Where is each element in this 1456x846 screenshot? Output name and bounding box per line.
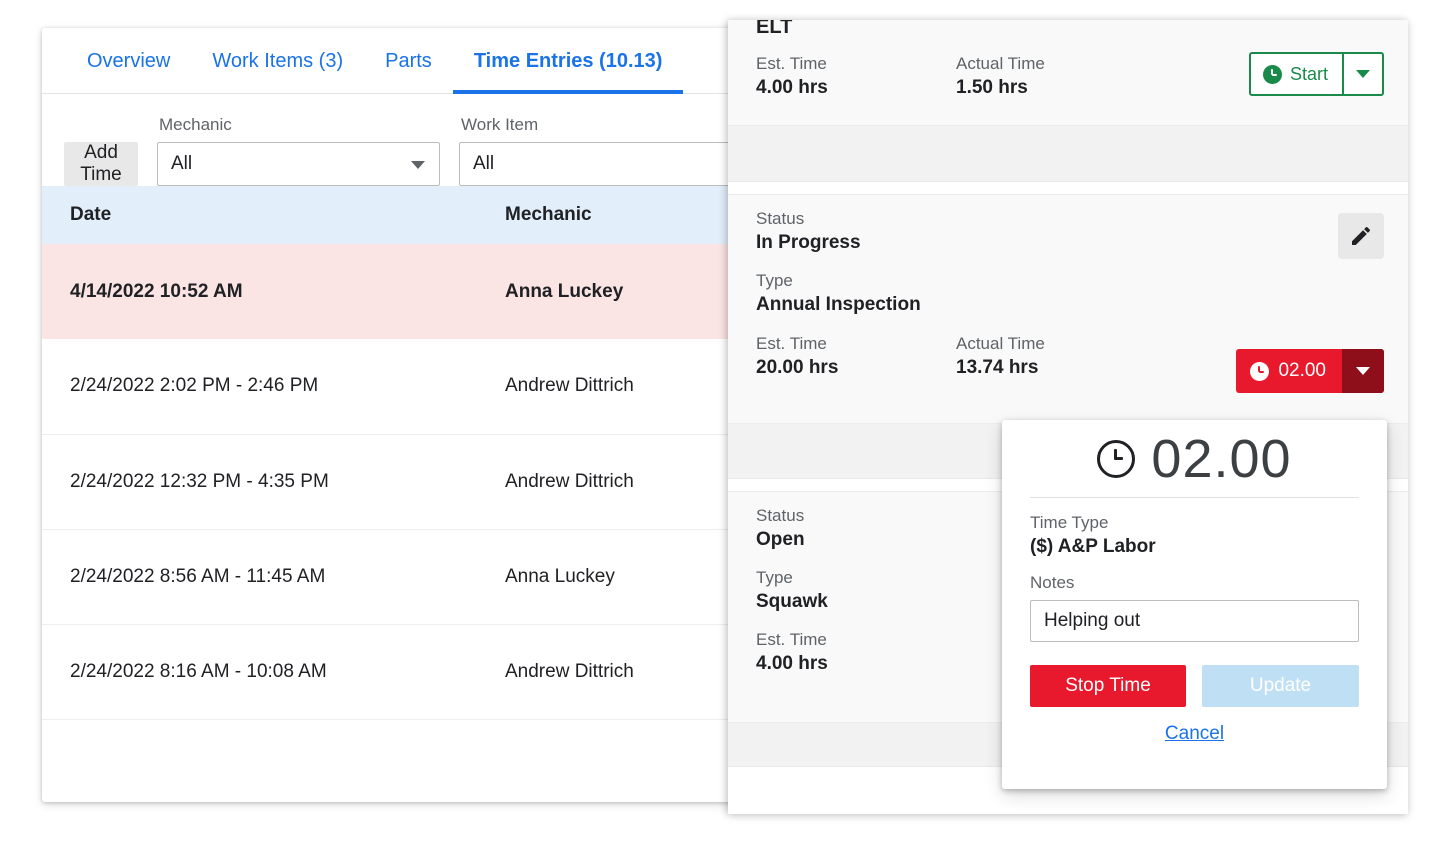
- est-time-block: Est. Time 20.00 hrs: [756, 334, 956, 379]
- clock-icon: [1250, 361, 1270, 381]
- est-time-value: 4.00 hrs: [756, 77, 828, 98]
- actual-time-block: Actual Time 1.50 hrs: [956, 54, 1156, 99]
- tab-overview[interactable]: Overview: [66, 28, 191, 94]
- actual-time-label: Actual Time: [956, 334, 1045, 353]
- tab-time-entries[interactable]: Time Entries (10.13): [452, 28, 684, 94]
- mechanic-filter: Mechanic All: [157, 115, 440, 186]
- cell-mechanic: Andrew Dittrich: [477, 624, 742, 720]
- chevron-down-icon: [1356, 70, 1370, 78]
- type-value: Annual Inspection: [756, 294, 921, 315]
- time-type-value: ($) A&P Labor: [1030, 536, 1156, 557]
- type-block: Type Annual Inspection: [756, 271, 1380, 316]
- column-header-mechanic[interactable]: Mechanic: [477, 186, 742, 244]
- tab-bar: Overview Work Items (3) Parts Time Entri…: [42, 28, 742, 94]
- status-label: Status: [756, 209, 805, 228]
- actual-time-value: 1.50 hrs: [956, 77, 1028, 98]
- timer-popover: 02.00 Time Type ($) A&P Labor Notes Stop…: [1002, 420, 1387, 789]
- running-timer-split-button[interactable]: 02.00: [1236, 349, 1384, 393]
- est-time-block: Est. Time 4.00 hrs: [756, 54, 956, 99]
- table-row[interactable]: 4/14/2022 10:52 AM Anna Luckey: [42, 244, 742, 339]
- notes-label: Notes: [1030, 573, 1075, 592]
- work-item-select-value: All: [473, 153, 495, 174]
- tab-work-items[interactable]: Work Items (3): [191, 28, 364, 94]
- est-time-label: Est. Time: [756, 334, 827, 353]
- mechanic-select-value: All: [171, 153, 193, 174]
- table-row[interactable]: 2/24/2022 2:02 PM - 2:46 PM Andrew Dittr…: [42, 339, 742, 435]
- mechanic-filter-label: Mechanic: [159, 115, 232, 134]
- start-timer-label: Start: [1289, 63, 1328, 84]
- table-header-row: Date Mechanic: [42, 186, 742, 244]
- cell-mechanic: Anna Luckey: [477, 529, 742, 625]
- stop-time-button[interactable]: Stop Time: [1030, 665, 1186, 707]
- clock-icon: [1097, 439, 1136, 478]
- work-item-filter: Work Item All: [459, 115, 742, 186]
- cell-date: 4/14/2022 10:52 AM: [42, 244, 477, 339]
- start-timer-button[interactable]: Start: [1251, 54, 1342, 94]
- update-button[interactable]: Update: [1202, 665, 1359, 707]
- column-header-date[interactable]: Date: [42, 186, 477, 244]
- work-item-footer-band: [728, 126, 1408, 182]
- mechanic-select[interactable]: All: [157, 142, 440, 186]
- filter-toolbar: Add Time Mechanic All Work Item All: [42, 94, 742, 186]
- tab-parts[interactable]: Parts: [364, 28, 453, 94]
- popover-actions: Stop Time Update: [1030, 665, 1359, 707]
- actual-time-label: Actual Time: [956, 54, 1045, 73]
- cell-date: 2/24/2022 2:02 PM - 2:46 PM: [42, 339, 477, 435]
- chevron-down-icon: [411, 161, 425, 169]
- clock-icon: [1262, 64, 1282, 84]
- cell-mechanic: Andrew Dittrich: [477, 434, 742, 530]
- popover-timer-value: 02.00: [1151, 428, 1292, 489]
- pencil-icon: [1352, 226, 1371, 245]
- popover-timer-display: 02.00: [1030, 420, 1359, 498]
- cancel-link[interactable]: Cancel: [1030, 723, 1359, 745]
- add-time-button[interactable]: Add Time: [64, 142, 138, 186]
- chevron-down-icon: [1356, 367, 1370, 375]
- time-entries-card: Overview Work Items (3) Parts Time Entri…: [42, 28, 742, 802]
- screen-root: Overview Work Items (3) Parts Time Entri…: [0, 0, 1456, 846]
- cell-mechanic: Anna Luckey: [477, 244, 742, 339]
- cell-date: 2/24/2022 12:32 PM - 4:35 PM: [42, 434, 477, 530]
- panel-gap: [728, 182, 1408, 194]
- type-label: Type: [756, 271, 793, 290]
- running-timer-button[interactable]: 02.00: [1236, 349, 1342, 393]
- cell-date: 2/24/2022 8:56 AM - 11:45 AM: [42, 529, 477, 625]
- running-timer-dropdown-button[interactable]: [1342, 349, 1384, 393]
- work-item-filter-label: Work Item: [461, 115, 539, 134]
- table-row[interactable]: 2/24/2022 8:56 AM - 11:45 AM Anna Luckey: [42, 529, 742, 625]
- work-item-title: ELT: [756, 20, 793, 38]
- status-block: Status In Progress: [756, 209, 1380, 254]
- notes-input[interactable]: [1030, 600, 1359, 642]
- work-item-select[interactable]: All: [459, 142, 742, 186]
- cell-mechanic: Andrew Dittrich: [477, 339, 742, 435]
- work-item-card-elt[interactable]: ELT Est. Time 4.00 hrs Actual Time 1.50 …: [728, 20, 1408, 126]
- work-item-card-annual-inspection[interactable]: Status In Progress Type Annual Inspectio…: [728, 194, 1408, 424]
- cell-date: 2/24/2022 8:16 AM - 10:08 AM: [42, 624, 477, 720]
- edit-work-item-button[interactable]: [1338, 213, 1384, 259]
- est-time-label: Est. Time: [756, 54, 827, 73]
- table-row[interactable]: 2/24/2022 8:16 AM - 10:08 AM Andrew Ditt…: [42, 624, 742, 720]
- time-entries-table: Date Mechanic 4/14/2022 10:52 AM Anna Lu…: [42, 186, 742, 720]
- time-type-label: Time Type: [1030, 513, 1109, 532]
- start-timer-split-button[interactable]: Start: [1248, 52, 1384, 96]
- start-timer-dropdown-button[interactable]: [1342, 54, 1382, 94]
- actual-time-value: 13.74 hrs: [956, 357, 1039, 378]
- est-time-value: 20.00 hrs: [756, 357, 839, 378]
- actual-time-block: Actual Time 13.74 hrs: [956, 334, 1156, 379]
- running-timer-value: 02.00: [1278, 360, 1326, 381]
- table-row[interactable]: 2/24/2022 12:32 PM - 4:35 PM Andrew Ditt…: [42, 434, 742, 530]
- status-value: In Progress: [756, 232, 861, 253]
